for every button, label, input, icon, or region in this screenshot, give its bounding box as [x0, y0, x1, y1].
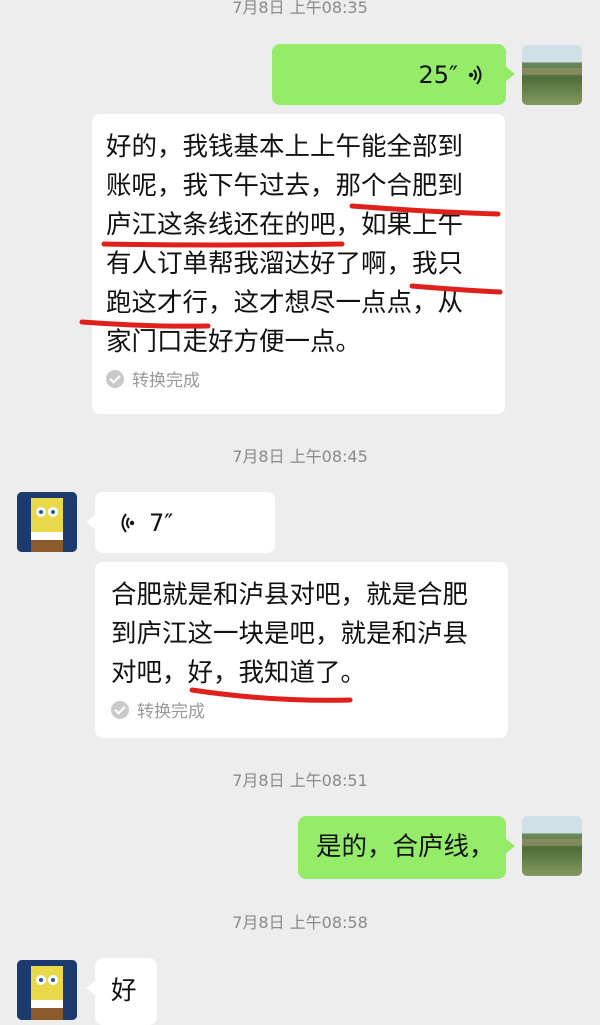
timestamp: 7月8日 上午08:45 [232, 447, 368, 466]
transcription-line: 到庐江这一块是吧，就是和泸县 [111, 619, 469, 649]
text-message-bubble[interactable]: 好 [86, 958, 157, 1025]
transcription-line: 跑这才行，这才想尽一点点，从 [106, 288, 464, 318]
timestamp: 7月8日 上午08:58 [232, 913, 368, 932]
spongebob-icon [17, 960, 77, 1020]
transcription-line: 有人订单帮我溜达好了啊，我只 [106, 249, 464, 279]
transcription-bubble[interactable]: 合肥就是和泸县对吧，就是合肥 到庐江这一块是吧，就是和泸县 对吧，好，我知道了。… [95, 562, 508, 738]
transcription-bubble[interactable]: 好的，我钱基本上上午能全部到 账呢，我下午过去，那个合肥到 庐江这条线还在的吧，… [92, 114, 505, 414]
voice-duration: 25″ [418, 60, 458, 89]
conversion-status: 转换完成 [111, 697, 508, 722]
voice-wave-icon [119, 512, 135, 534]
voice-message-bubble[interactable]: 7″ [86, 492, 275, 553]
voice-message-bubble[interactable]: 25″ [272, 44, 515, 105]
text-message-bubble[interactable]: 是的，合庐线， [298, 816, 515, 879]
check-circle-icon [111, 700, 129, 719]
my-avatar[interactable] [522, 45, 582, 105]
conversion-status: 转换完成 [106, 366, 505, 391]
contact-avatar[interactable] [17, 492, 77, 552]
transcription-line: 合肥就是和泸县对吧，就是合肥 [111, 580, 469, 610]
transcription-line: 庐江这条线还在的吧，如果上午 [106, 210, 464, 240]
message-text: 好 [111, 976, 137, 1006]
check-circle-icon [106, 369, 124, 388]
conversion-status-label: 转换完成 [132, 371, 200, 391]
contact-avatar[interactable] [17, 960, 77, 1020]
transcription-line: 好的，我钱基本上上午能全部到 [106, 132, 464, 162]
my-avatar[interactable] [522, 816, 582, 876]
voice-wave-icon [468, 64, 484, 86]
transcription-line: 账呢，我下午过去，那个合肥到 [106, 171, 464, 201]
timestamp: 7月8日 上午08:35 [232, 0, 368, 17]
conversion-status-label: 转换完成 [137, 702, 205, 722]
transcription-line: 家门口走好方便一点。 [106, 327, 362, 357]
spongebob-icon [17, 492, 77, 552]
transcription-line: 对吧，好，我知道了。 [111, 658, 367, 688]
timestamp: 7月8日 上午08:51 [232, 771, 368, 790]
voice-duration: 7″ [149, 508, 174, 537]
message-text: 是的，合庐线， [316, 832, 495, 862]
